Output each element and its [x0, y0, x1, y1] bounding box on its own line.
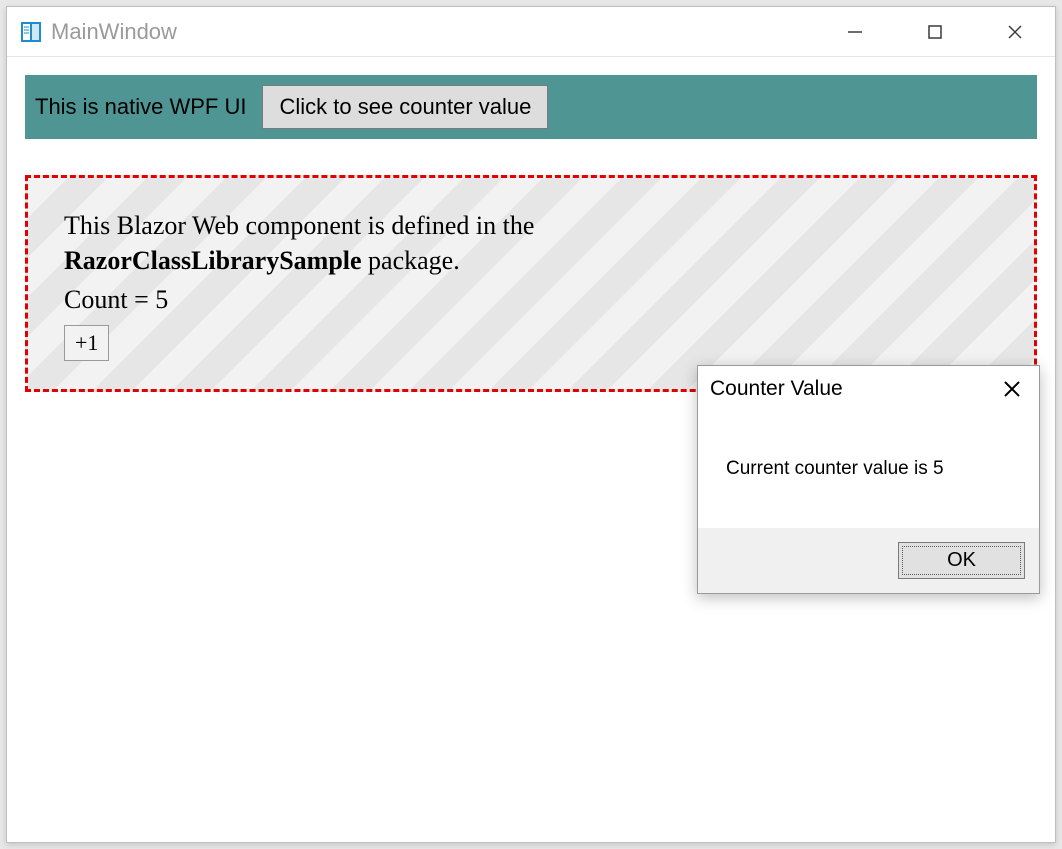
window-title: MainWindow	[51, 19, 177, 45]
native-wpf-label: This is native WPF UI	[35, 94, 246, 120]
native-wpf-bar: This is native WPF UI Click to see count…	[25, 75, 1037, 139]
blazor-text-suffix: package.	[362, 246, 460, 275]
blazor-text-prefix: This Blazor Web component is defined in …	[64, 211, 534, 240]
dialog-body: Current counter value is 5	[698, 410, 1039, 528]
title-bar: MainWindow	[7, 7, 1055, 57]
minimize-button[interactable]	[815, 7, 895, 57]
dialog-footer: OK	[698, 528, 1039, 593]
close-button[interactable]	[975, 7, 1055, 57]
app-icon	[21, 22, 41, 42]
count-label: Count =	[64, 285, 155, 314]
show-counter-button[interactable]: Click to see counter value	[262, 85, 548, 129]
maximize-button[interactable]	[895, 7, 975, 57]
dialog-title-bar: Counter Value	[698, 366, 1039, 410]
count-value: 5	[155, 285, 168, 314]
blazor-component: This Blazor Web component is defined in …	[25, 175, 1037, 392]
blazor-package-name: RazorClassLibrarySample	[64, 246, 362, 275]
counter-display: Count = 5	[64, 282, 998, 317]
main-window: MainWindow This is native WPF UI Click t…	[6, 6, 1056, 843]
blazor-description: This Blazor Web component is defined in …	[64, 208, 704, 278]
dialog-message-value: 5	[933, 458, 944, 479]
increment-button[interactable]: +1	[64, 325, 109, 361]
dialog-message-prefix: Current counter value is	[726, 458, 933, 479]
dialog-title: Counter Value	[710, 377, 843, 401]
dialog-close-button[interactable]	[997, 374, 1027, 404]
counter-value-dialog: Counter Value Current counter value is 5…	[697, 365, 1040, 594]
ok-button[interactable]: OK	[898, 542, 1025, 579]
